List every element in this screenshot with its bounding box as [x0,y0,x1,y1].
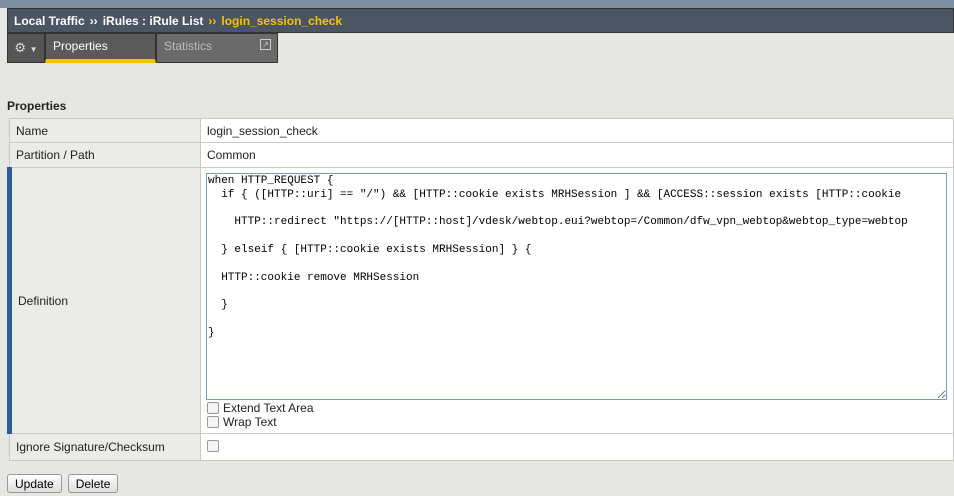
name-value: login_session_check [200,118,954,143]
name-label: Name [9,118,201,143]
definition-label: Definition [7,167,201,434]
breadcrumb-separator: ›› [208,14,217,28]
extend-text-area-label: Extend Text Area [223,401,314,415]
section-title: Properties [7,99,67,113]
tab-properties[interactable]: Properties [45,33,156,63]
wrap-text-label: Wrap Text [223,415,277,429]
ignore-signature-label: Ignore Signature/Checksum [9,433,201,461]
extend-text-area-checkbox[interactable] [207,402,219,414]
breadcrumb-current: login_session_check [221,14,343,28]
ignore-signature-checkbox[interactable] [207,439,219,452]
breadcrumb-local-traffic[interactable]: Local Traffic [14,14,85,28]
partition-value: Common [200,142,954,168]
tab-bar: ⚙ ▼ Properties Statistics ↗ [7,33,278,63]
properties-table: Name login_session_check Partition / Path… [7,118,954,461]
tab-statistics-label: Statistics [164,39,213,53]
external-link-icon: ↗ [260,39,271,50]
breadcrumb-separator: ›› [89,14,98,28]
partition-label: Partition / Path [9,142,201,168]
delete-button[interactable]: Delete [67,474,119,493]
tab-statistics[interactable]: Statistics ↗ [156,33,278,63]
gear-icon: ⚙ [14,40,27,55]
definition-textarea[interactable]: when HTTP_REQUEST { if { ([HTTP::uri] ==… [206,173,947,400]
breadcrumb-irule-list[interactable]: iRules : iRule List [103,14,204,28]
top-strip [0,0,954,8]
chevron-down-icon: ▼ [29,45,38,54]
update-button[interactable]: Update [7,474,62,493]
gear-menu-button[interactable]: ⚙ ▼ [7,33,45,63]
breadcrumb: Local Traffic ›› iRules : iRule List ›› logi… [7,8,954,33]
wrap-text-checkbox[interactable] [207,416,219,428]
